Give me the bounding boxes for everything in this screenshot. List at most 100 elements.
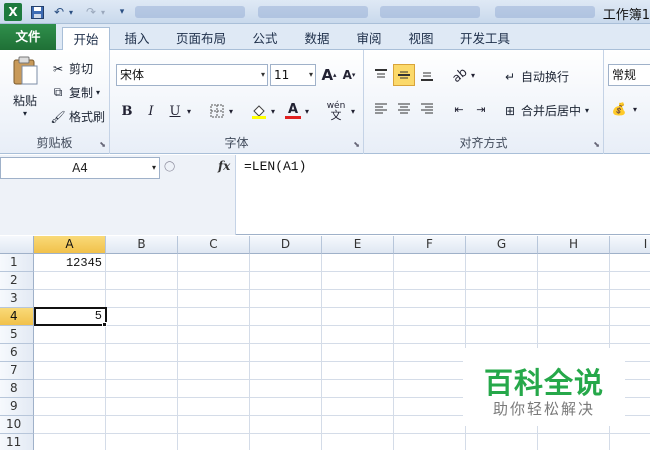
column-header-d[interactable]: D [250, 236, 322, 254]
fill-color-dropdown-icon[interactable]: ▾ [268, 100, 278, 122]
row-header-2[interactable]: 2 [0, 272, 34, 290]
column-header-g[interactable]: G [466, 236, 538, 254]
orientation-dropdown-icon[interactable]: ▾ [468, 64, 478, 86]
row-header-9[interactable]: 9 [0, 398, 34, 416]
phonetic-dropdown-icon[interactable]: ▾ [348, 100, 358, 122]
row-header-10[interactable]: 10 [0, 416, 34, 434]
tab-page-layout[interactable]: 页面布局 [170, 27, 232, 50]
bold-button[interactable]: B [116, 100, 138, 122]
column-header-f[interactable]: F [394, 236, 466, 254]
wrap-text-button[interactable]: ↵ 自动换行 [502, 68, 569, 85]
italic-button[interactable]: I [140, 100, 162, 122]
copy-dropdown-icon[interactable]: ▾ [96, 88, 100, 97]
row-header-3[interactable]: 3 [0, 290, 34, 308]
align-left-button[interactable] [370, 98, 392, 120]
underline-button[interactable]: U [164, 100, 186, 122]
borders-dropdown-icon[interactable]: ▾ [226, 100, 236, 122]
font-size-dropdown-icon[interactable]: ▾ [309, 65, 313, 85]
tab-insert[interactable]: 插入 [116, 27, 158, 50]
font-name-combo[interactable]: 宋体 ▾ [116, 64, 268, 86]
formula-bar-resize-icon[interactable]: ◯ [164, 161, 175, 175]
title-bar: X ↶ ▾ ↷ ▾ ▾ 工作簿1 [0, 0, 650, 24]
increase-indent-icon: ⇥ [476, 102, 486, 116]
orientation-button[interactable]: ab [448, 64, 470, 86]
align-bottom-button[interactable] [416, 64, 438, 86]
column-header-h[interactable]: H [538, 236, 610, 254]
name-box[interactable]: A4 ▾ [0, 157, 160, 179]
excel-logo-icon[interactable]: X [4, 3, 22, 21]
merge-center-button[interactable]: ⊞ 合并后居中 ▾ [502, 102, 589, 119]
format-painter-button[interactable]: 🖌 格式刷 [50, 108, 105, 125]
shrink-font-button[interactable]: A ▾ [338, 64, 360, 86]
font-size-combo[interactable]: 11 ▾ [270, 64, 316, 86]
grow-font-button[interactable]: A ▴ [318, 64, 340, 86]
column-header-a[interactable]: A [34, 236, 106, 254]
cut-button[interactable]: ✂ 剪切 [50, 60, 93, 77]
tab-file[interactable]: 文件 [0, 24, 56, 50]
tab-view[interactable]: 视图 [400, 27, 442, 50]
row-header-7[interactable]: 7 [0, 362, 34, 380]
save-icon[interactable] [28, 3, 46, 21]
italic-label: I [148, 103, 154, 119]
column-header-i[interactable]: I [610, 236, 650, 254]
underline-dropdown-icon[interactable]: ▾ [184, 100, 194, 122]
row-header-11[interactable]: 11 [0, 434, 34, 450]
cell-a4-selected[interactable]: 5 [34, 307, 107, 326]
copy-button[interactable]: ⧉ 复制 ▾ [50, 84, 100, 101]
undo-dropdown-icon[interactable]: ▾ [66, 3, 76, 21]
row-header-5[interactable]: 5 [0, 326, 34, 344]
font-color-dropdown-icon[interactable]: ▾ [302, 100, 312, 122]
formula-input[interactable]: =LEN(A1) [244, 159, 306, 174]
font-name-dropdown-icon[interactable]: ▾ [261, 65, 265, 85]
clipboard-launcher-icon[interactable]: ⬊ [99, 140, 106, 149]
align-center-button[interactable] [393, 98, 415, 120]
merge-center-dropdown-icon[interactable]: ▾ [585, 106, 589, 115]
row-header-8[interactable]: 8 [0, 380, 34, 398]
column-header-b[interactable]: B [106, 236, 178, 254]
font-launcher-icon[interactable]: ⬊ [353, 140, 360, 149]
fill-handle[interactable] [102, 322, 107, 327]
row-header-6[interactable]: 6 [0, 344, 34, 362]
align-right-button[interactable] [416, 98, 438, 120]
fill-color-button[interactable] [248, 100, 270, 122]
redo-dropdown-icon[interactable]: ▾ [98, 3, 108, 21]
grid-line [105, 254, 106, 450]
name-box-area: A4 ▾ ◯ fx [0, 155, 236, 235]
row-header-1[interactable]: 1 [0, 254, 34, 272]
select-all-corner[interactable] [0, 236, 34, 254]
alignment-launcher-icon[interactable]: ⬊ [593, 140, 600, 149]
font-group-label: 字体 [224, 136, 249, 150]
name-box-dropdown-icon[interactable]: ▾ [152, 158, 156, 178]
insert-function-icon[interactable]: fx [218, 159, 230, 173]
align-top-icon [375, 69, 387, 78]
accounting-format-button[interactable]: 💰 [608, 98, 630, 120]
tab-data[interactable]: 数据 [296, 27, 338, 50]
tab-home[interactable]: 开始 [62, 27, 110, 51]
column-header-e[interactable]: E [322, 236, 394, 254]
cell-a1[interactable]: 12345 [34, 254, 106, 272]
paste-label: 粘贴 [12, 94, 37, 108]
accounting-dropdown-icon[interactable]: ▾ [630, 98, 640, 120]
font-color-button[interactable]: A [282, 100, 304, 122]
increase-indent-button[interactable]: ⇥ [470, 98, 492, 120]
customize-toolbar-icon[interactable]: ▾ [116, 3, 128, 21]
paste-dropdown-icon[interactable]: ▾ [23, 109, 27, 118]
name-box-value: A4 [72, 161, 88, 175]
align-top-button[interactable] [370, 64, 392, 86]
ribbon-tab-bar: 文件 开始 插入 页面布局 公式 数据 审阅 视图 开发工具 [0, 24, 650, 51]
number-format-combo[interactable]: 常规 [608, 64, 650, 86]
phonetic-guide-button[interactable]: wén 文 [324, 100, 348, 122]
copy-label: 复制 [69, 86, 94, 100]
align-bottom-icon [421, 72, 433, 81]
decrease-indent-button[interactable]: ⇤ [448, 98, 470, 120]
decrease-indent-icon: ⇤ [454, 102, 464, 116]
align-middle-button[interactable] [393, 64, 415, 86]
paste-button[interactable]: 粘贴 ▾ [8, 56, 42, 118]
tab-developer[interactable]: 开发工具 [452, 27, 518, 50]
wrap-text-icon: ↵ [504, 69, 516, 84]
borders-button[interactable] [206, 100, 228, 122]
row-header-4[interactable]: 4 [0, 308, 34, 326]
tab-review[interactable]: 审阅 [348, 27, 390, 50]
column-header-c[interactable]: C [178, 236, 250, 254]
tab-formulas[interactable]: 公式 [244, 27, 286, 50]
